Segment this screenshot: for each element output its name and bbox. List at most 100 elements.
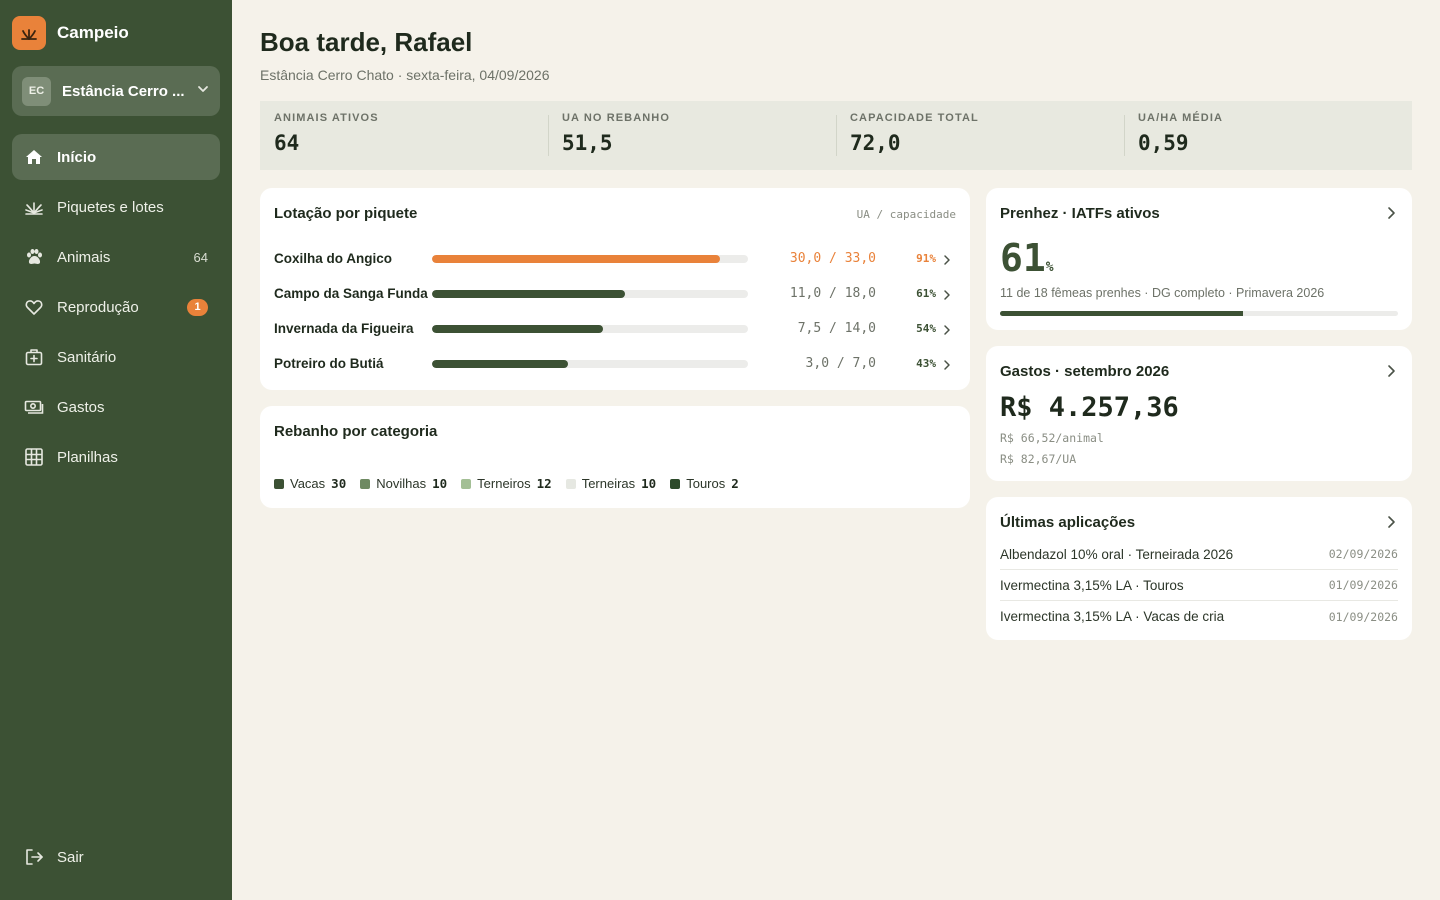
brand-name: Campeio <box>57 23 129 42</box>
legend-item: Novilhas 10 <box>360 476 447 491</box>
lotacao-row[interactable]: Campo da Sanga Funda 11,0 / 18,0 61% <box>274 276 958 311</box>
lotacao-row[interactable]: Invernada da Figueira 7,5 / 14,0 54% <box>274 311 958 346</box>
sidebar-item-inicio[interactable]: Início <box>12 134 220 180</box>
page-subtitle: Estância Cerro Chato · sexta-feira, 04/0… <box>260 67 550 83</box>
sidebar-item-planilhas[interactable]: Planilhas <box>12 434 220 480</box>
lotacao-percent: 54% <box>916 322 936 335</box>
sidebar-item-label: Início <box>57 148 97 166</box>
grid-icon <box>24 447 44 467</box>
logout-icon <box>24 847 44 867</box>
legend-count: 30 <box>331 476 347 491</box>
lotacao-bar <box>432 289 748 298</box>
sidebar-item-label: Sanitário <box>57 348 117 366</box>
lotacao-value: 3,0 / 7,0 <box>805 356 876 371</box>
lotacao-row[interactable]: Potreiro do Butiá 3,0 / 7,0 43% <box>274 346 958 381</box>
stat-ua-ha-media: UA/HA MÉDIA 0,59 <box>1124 101 1412 170</box>
page-title: Boa tarde, Rafael <box>260 27 473 57</box>
legend-item: Terneiros 12 <box>461 476 552 491</box>
card-title: Lotação por piquete <box>274 205 418 222</box>
stat-label: CAPACIDADE TOTAL <box>850 112 979 124</box>
sidebar-item-piquetes[interactable]: Piquetes e lotes <box>12 184 220 230</box>
aplicacoes-list: Albendazol 10% oral · Terneirada 2026 02… <box>1000 539 1398 632</box>
aplicacao-name: Ivermectina 3,15% LA · Touros <box>1000 577 1184 593</box>
lotacao-bar <box>432 359 748 368</box>
sidebar-item-label: Planilhas <box>57 448 118 466</box>
legend-swatch <box>360 478 371 489</box>
aplicacao-row[interactable]: Ivermectina 3,15% LA · Touros 01/09/2026 <box>1000 570 1398 601</box>
lotacao-value: 11,0 / 18,0 <box>789 286 876 301</box>
gastos-card[interactable]: Gastos · setembro 2026 R$ 4.257,36 R$ 66… <box>986 346 1412 481</box>
legend-swatch <box>461 478 472 489</box>
aplicacao-name: Albendazol 10% oral · Terneirada 2026 <box>1000 546 1234 562</box>
sidebar-item-animais[interactable]: Animais 64 <box>12 234 220 280</box>
sidebar-item-sanitario[interactable]: Sanitário <box>12 334 220 380</box>
piquete-name: Campo da Sanga Funda <box>274 286 428 301</box>
sidebar-item-label: Animais <box>57 248 111 266</box>
legend-label: Touros <box>686 476 726 491</box>
prenhez-value: 61% <box>1000 236 1054 280</box>
sidebar-item-label: Piquetes e lotes <box>57 198 164 216</box>
chevron-right-icon <box>942 358 952 376</box>
aplicacao-row[interactable]: Albendazol 10% oral · Terneirada 2026 02… <box>1000 539 1398 570</box>
lotacao-value: 30,0 / 33,0 <box>789 251 876 266</box>
chevron-right-icon <box>942 323 952 341</box>
prenhez-card[interactable]: Prenhez · IATFs ativos 61% 11 de 18 fême… <box>986 188 1412 330</box>
gastos-total: R$ 4.257,36 <box>1000 392 1179 423</box>
legend-count: 2 <box>731 476 739 491</box>
aplicacoes-card: Últimas aplicações Albendazol 10% oral ·… <box>986 497 1412 640</box>
legend-label: Terneiros <box>477 476 531 491</box>
aplicacao-name: Ivermectina 3,15% LA · Vacas de cria <box>1000 609 1225 624</box>
piquete-name: Potreiro do Butiá <box>274 356 384 371</box>
legend-count: 12 <box>536 476 552 491</box>
card-title: Prenhez · IATFs ativos <box>1000 205 1160 222</box>
card-title: Gastos · setembro 2026 <box>1000 363 1170 380</box>
medical-kit-icon <box>24 347 44 367</box>
reproducao-badge: 1 <box>187 298 208 316</box>
chevron-right-icon[interactable] <box>1386 206 1396 225</box>
lotacao-bar <box>432 324 748 333</box>
lotacao-percent: 43% <box>916 357 936 370</box>
legend-swatch <box>670 478 681 489</box>
prenhez-description: 11 de 18 fêmeas prenhes · DG completo · … <box>1000 286 1325 300</box>
aplicacao-date: 01/09/2026 <box>1328 609 1398 624</box>
sidebar-item-reproducao[interactable]: Reprodução 1 <box>12 284 220 330</box>
aplicacao-row[interactable]: Ivermectina 3,15% LA · Vacas de cria 01/… <box>1000 601 1398 632</box>
sidebar-item-gastos[interactable]: Gastos <box>12 384 220 430</box>
chevron-right-icon <box>942 288 952 306</box>
stat-label: UA NO REBANHO <box>562 112 671 124</box>
piquete-name: Coxilha do Angico <box>274 251 392 266</box>
grass-icon <box>24 197 44 217</box>
chevron-right-icon[interactable] <box>1386 515 1396 534</box>
legend-label: Vacas <box>290 476 326 491</box>
lotacao-percent: 91% <box>916 252 936 265</box>
farm-selector[interactable]: EC Estância Cerro ... <box>12 66 220 116</box>
card-title: Rebanho por categoria <box>274 423 438 440</box>
chevron-right-icon[interactable] <box>1386 364 1396 383</box>
home-icon <box>24 147 44 167</box>
legend-item: Touros 2 <box>670 476 739 491</box>
card-title: Últimas aplicações <box>1000 514 1136 531</box>
lotacao-unit: UA / capacidade <box>856 208 956 221</box>
legend-count: 10 <box>432 476 448 491</box>
farm-name: Estância Cerro ... <box>62 82 185 100</box>
stat-ua-rebanho: UA NO REBANHO 51,5 <box>548 101 836 170</box>
gastos-per-ua: R$ 82,67/UA <box>1000 452 1077 466</box>
sidebar-item-label: Reprodução <box>57 298 139 316</box>
sidebar: Campeio EC Estância Cerro ... Início Piq… <box>0 0 232 900</box>
sidebar-item-label: Gastos <box>57 398 105 416</box>
legend-swatch <box>274 478 284 489</box>
legend-label: Terneiras <box>581 476 636 491</box>
lotacao-bar <box>432 254 748 263</box>
aplicacao-date: 02/09/2026 <box>1328 547 1398 561</box>
brand[interactable]: Campeio <box>12 16 129 50</box>
lotacao-card: Lotação por piquete UA / capacidade Coxi… <box>260 188 970 390</box>
rebanho-legend: Vacas 30 Novilhas 10 Terneiros 12 Terneiras… <box>274 476 739 491</box>
stat-label: UA/HA MÉDIA <box>1138 112 1224 124</box>
logout-button[interactable]: Sair <box>12 834 220 880</box>
chevron-right-icon <box>942 253 952 271</box>
legend-swatch <box>565 478 576 489</box>
lotacao-bar-fill <box>432 289 625 298</box>
lotacao-value: 7,5 / 14,0 <box>797 321 876 336</box>
lotacao-row[interactable]: Coxilha do Angico 30,0 / 33,0 91% <box>274 241 958 276</box>
money-icon <box>24 397 44 417</box>
